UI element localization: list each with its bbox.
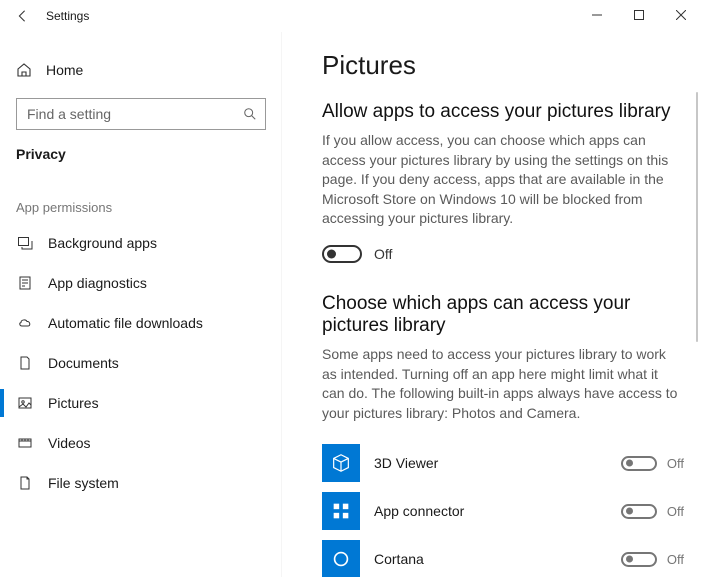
close-button[interactable] xyxy=(660,0,702,30)
arrow-left-icon xyxy=(15,9,29,23)
sidebar-item-label: Background apps xyxy=(48,235,157,251)
allow-access-description: If you allow access, you can choose whic… xyxy=(322,131,684,229)
maximize-icon xyxy=(634,10,644,20)
sidebar-item-videos[interactable]: Videos xyxy=(0,423,282,463)
sidebar-item-label: Documents xyxy=(48,355,119,371)
grid-icon xyxy=(330,500,352,522)
sidebar-item-label: Videos xyxy=(48,435,91,451)
allow-access-heading: Allow apps to access your pictures libra… xyxy=(322,101,684,123)
sidebar-item-pictures[interactable]: Pictures xyxy=(0,383,282,423)
minimize-icon xyxy=(592,10,602,20)
minimize-button[interactable] xyxy=(576,0,618,30)
choose-apps-description: Some apps need to access your pictures l… xyxy=(322,345,684,423)
app-toggle-3d-viewer[interactable] xyxy=(621,456,657,471)
pictures-icon xyxy=(17,395,33,411)
app-toggle-app-connector[interactable] xyxy=(621,504,657,519)
app-name-label: 3D Viewer xyxy=(374,455,588,471)
sidebar-item-documents[interactable]: Documents xyxy=(0,343,282,383)
sidebar-item-file-system[interactable]: File system xyxy=(0,463,282,503)
sidebar-section-label: App permissions xyxy=(0,170,282,223)
back-button[interactable] xyxy=(8,2,36,30)
app-icon-3d-viewer xyxy=(322,444,360,482)
app-toggle-state: Off xyxy=(667,456,684,471)
sidebar-item-label: Automatic file downloads xyxy=(48,315,203,331)
cube-icon xyxy=(330,452,352,474)
home-label: Home xyxy=(46,62,83,78)
search-icon xyxy=(243,107,257,121)
app-toggle-cortana[interactable] xyxy=(621,552,657,567)
search-input[interactable] xyxy=(25,105,243,123)
sidebar-item-app-diagnostics[interactable]: App diagnostics xyxy=(0,263,282,303)
app-row-app-connector: App connector Off xyxy=(322,487,684,535)
content-area: Pictures Allow apps to access your pictu… xyxy=(282,32,702,577)
page-title: Pictures xyxy=(322,50,684,81)
sidebar-item-label: File system xyxy=(48,475,119,491)
sidebar-item-background-apps[interactable]: Background apps xyxy=(0,223,282,263)
app-name-label: App connector xyxy=(374,503,588,519)
cloud-icon xyxy=(17,315,33,331)
background-apps-icon xyxy=(17,235,33,251)
category-label: Privacy xyxy=(0,130,282,170)
sidebar-item-auto-file-downloads[interactable]: Automatic file downloads xyxy=(0,303,282,343)
app-toggle-state: Off xyxy=(667,504,684,519)
search-input-wrap[interactable] xyxy=(16,98,266,130)
circle-icon xyxy=(330,548,352,570)
sidebar-item-label: Pictures xyxy=(48,395,99,411)
window-title: Settings xyxy=(46,9,89,23)
app-toggle-state: Off xyxy=(667,552,684,567)
allow-access-toggle-state: Off xyxy=(374,246,392,262)
home-icon xyxy=(16,62,32,78)
document-icon xyxy=(17,355,33,371)
app-name-label: Cortana xyxy=(374,551,588,567)
app-row-3d-viewer: 3D Viewer Off xyxy=(322,439,684,487)
choose-apps-heading: Choose which apps can access your pictur… xyxy=(322,293,684,337)
sidebar: Home Privacy App permissions Background … xyxy=(0,32,282,577)
file-icon xyxy=(17,475,33,491)
videos-icon xyxy=(17,435,33,451)
app-row-cortana: Cortana Off xyxy=(322,535,684,577)
maximize-button[interactable] xyxy=(618,0,660,30)
diagnostics-icon xyxy=(17,275,33,291)
home-button[interactable]: Home xyxy=(0,50,282,90)
titlebar: Settings xyxy=(0,0,702,32)
sidebar-item-label: App diagnostics xyxy=(48,275,147,291)
scrollbar[interactable] xyxy=(696,92,698,342)
close-icon xyxy=(676,10,686,20)
app-icon-cortana xyxy=(322,540,360,577)
app-icon-app-connector xyxy=(322,492,360,530)
allow-access-toggle[interactable] xyxy=(322,245,362,263)
